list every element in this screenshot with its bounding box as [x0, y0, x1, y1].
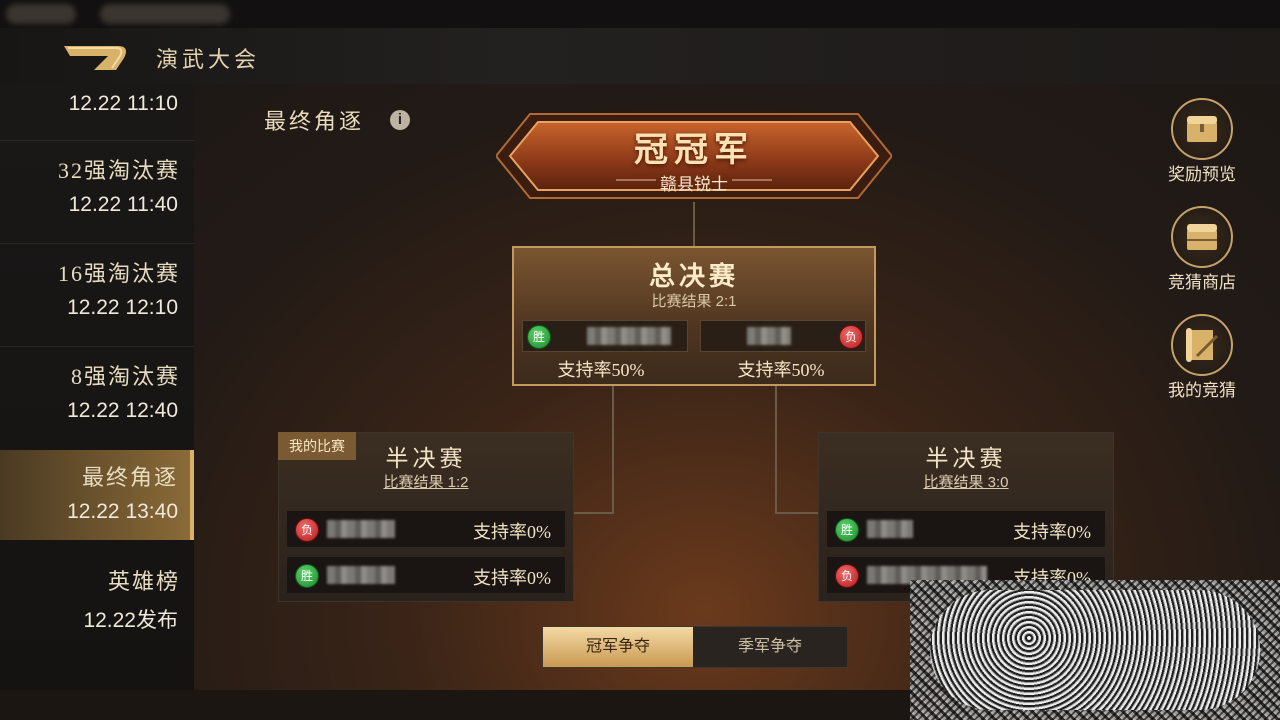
- sidebar-item-prelim[interactable]: 12.22 11:10: [0, 84, 194, 140]
- final-title: 总决赛: [648, 262, 739, 291]
- semifinal-result-link[interactable]: 比赛结果 3:0: [819, 471, 1113, 492]
- back-arrow-icon: [64, 46, 126, 70]
- reward-preview-button[interactable]: 奖励预览: [1152, 98, 1252, 185]
- sidebar-item-time: 12.22 13:40: [67, 500, 178, 523]
- semifinal-result-link[interactable]: 比赛结果 1:2: [279, 471, 573, 492]
- bracket-line: [612, 386, 614, 514]
- support-rate: 支持率0%: [473, 522, 551, 542]
- final-match-card[interactable]: 总决赛 比赛结果 2:1 胜 负 支持率50% 支持率50%: [512, 246, 876, 386]
- back-button[interactable]: [60, 40, 132, 74]
- final-result: 比赛结果 2:1: [651, 293, 737, 310]
- champion-plaque: 冠冠军 赣县锐士: [496, 110, 892, 202]
- section-title: 最终角逐: [264, 109, 365, 134]
- semifinal-player-row[interactable]: 胜 支持率0%: [287, 557, 565, 593]
- support-rate: 支持率50%: [737, 360, 825, 380]
- support-rate: 支持率0%: [473, 568, 551, 588]
- button-label: 竞猜商店: [1168, 273, 1236, 292]
- bracket-line: [693, 202, 695, 246]
- my-guesses-button[interactable]: 我的竞猜: [1152, 314, 1252, 401]
- obscured-watermark-blob: [930, 590, 1260, 710]
- player-name-blurred: [327, 520, 395, 538]
- player-name-blurred: [747, 327, 791, 345]
- champion-name: 赣县锐士: [660, 175, 728, 194]
- tab-third-place-contest[interactable]: 季军争夺: [695, 627, 845, 667]
- sidebar-item-label: 32强淘汰赛: [57, 158, 180, 183]
- player-name-blurred: [327, 566, 395, 584]
- scroll-icon: [1171, 314, 1233, 376]
- lose-badge: 负: [295, 518, 319, 542]
- sidebar-item-round8[interactable]: 8强淘汰赛 12.22 12:40: [0, 347, 194, 449]
- blurred-status-item: [6, 4, 76, 24]
- support-rate: 支持率50%: [557, 360, 645, 380]
- chest-icon: [1171, 98, 1233, 160]
- sidebar-item-hero-board[interactable]: 英雄榜 12.22发布: [0, 552, 194, 652]
- sidebar-item-time: 12.22 12:10: [67, 296, 178, 319]
- semifinal-title: 半决赛: [925, 446, 1007, 471]
- semifinal-player-row[interactable]: 负 支持率0%: [287, 511, 565, 547]
- sidebar-item-time: 12.22发布: [83, 609, 178, 632]
- final-player-left[interactable]: 胜: [522, 320, 688, 352]
- bracket-line: [574, 512, 614, 514]
- button-label: 我的竞猜: [1168, 381, 1236, 400]
- page-title: 演武大会: [156, 47, 261, 72]
- bottom-strip: [0, 690, 910, 720]
- sidebar-item-final[interactable]: 最终角逐 12.22 13:40: [0, 450, 194, 540]
- lose-badge: 负: [835, 564, 859, 588]
- header-bar: 演武大会: [0, 28, 1280, 84]
- sidebar-item-round32[interactable]: 32强淘汰赛 12.22 11:40: [0, 141, 194, 243]
- player-name-blurred: [867, 520, 913, 538]
- button-label: 奖励预览: [1168, 165, 1236, 184]
- bracket-line: [775, 512, 819, 514]
- lose-badge: 负: [839, 325, 863, 349]
- semifinal-player-row[interactable]: 胜 支持率0%: [827, 511, 1105, 547]
- semifinal-card-right[interactable]: 半决赛 比赛结果 3:0 胜 支持率0% 负 支持率0%: [818, 432, 1114, 602]
- support-rate: 支持率0%: [1013, 522, 1091, 542]
- win-badge: 胜: [527, 325, 551, 349]
- sidebar-item-time: 12.22 11:40: [68, 193, 178, 216]
- champion-title: 冠冠军: [634, 132, 754, 169]
- win-badge: 胜: [835, 518, 859, 542]
- tab-champion-contest[interactable]: 冠军争夺: [543, 627, 693, 667]
- shop-chest-icon: [1171, 206, 1233, 268]
- sidebar-item-label: 最终角逐: [81, 465, 178, 490]
- guess-shop-button[interactable]: 竞猜商店: [1152, 206, 1252, 293]
- info-icon[interactable]: i: [390, 110, 410, 130]
- sidebar-item-label: 8强淘汰赛: [70, 364, 180, 389]
- bracket-tabs: 冠军争夺 季军争夺: [542, 626, 848, 668]
- blurred-status-item: [100, 4, 230, 24]
- player-name-blurred: [587, 327, 671, 345]
- sidebar-item-time: 12.22 12:40: [67, 399, 178, 422]
- system-status-bar: [0, 0, 1280, 28]
- sidebar-item-label: 英雄榜: [107, 569, 180, 594]
- sidebar-item-time: 12.22 11:10: [68, 92, 178, 115]
- stage-sidebar: 12.22 11:10 32强淘汰赛 12.22 11:40 16强淘汰赛 12…: [0, 84, 194, 690]
- sidebar-item-round16[interactable]: 16强淘汰赛 12.22 12:10: [0, 244, 194, 346]
- my-match-tag: 我的比赛: [278, 432, 356, 460]
- sidebar-item-label: 16强淘汰赛: [57, 261, 180, 286]
- bracket-line: [775, 386, 777, 514]
- win-badge: 胜: [295, 564, 319, 588]
- final-player-right[interactable]: 负: [700, 320, 866, 352]
